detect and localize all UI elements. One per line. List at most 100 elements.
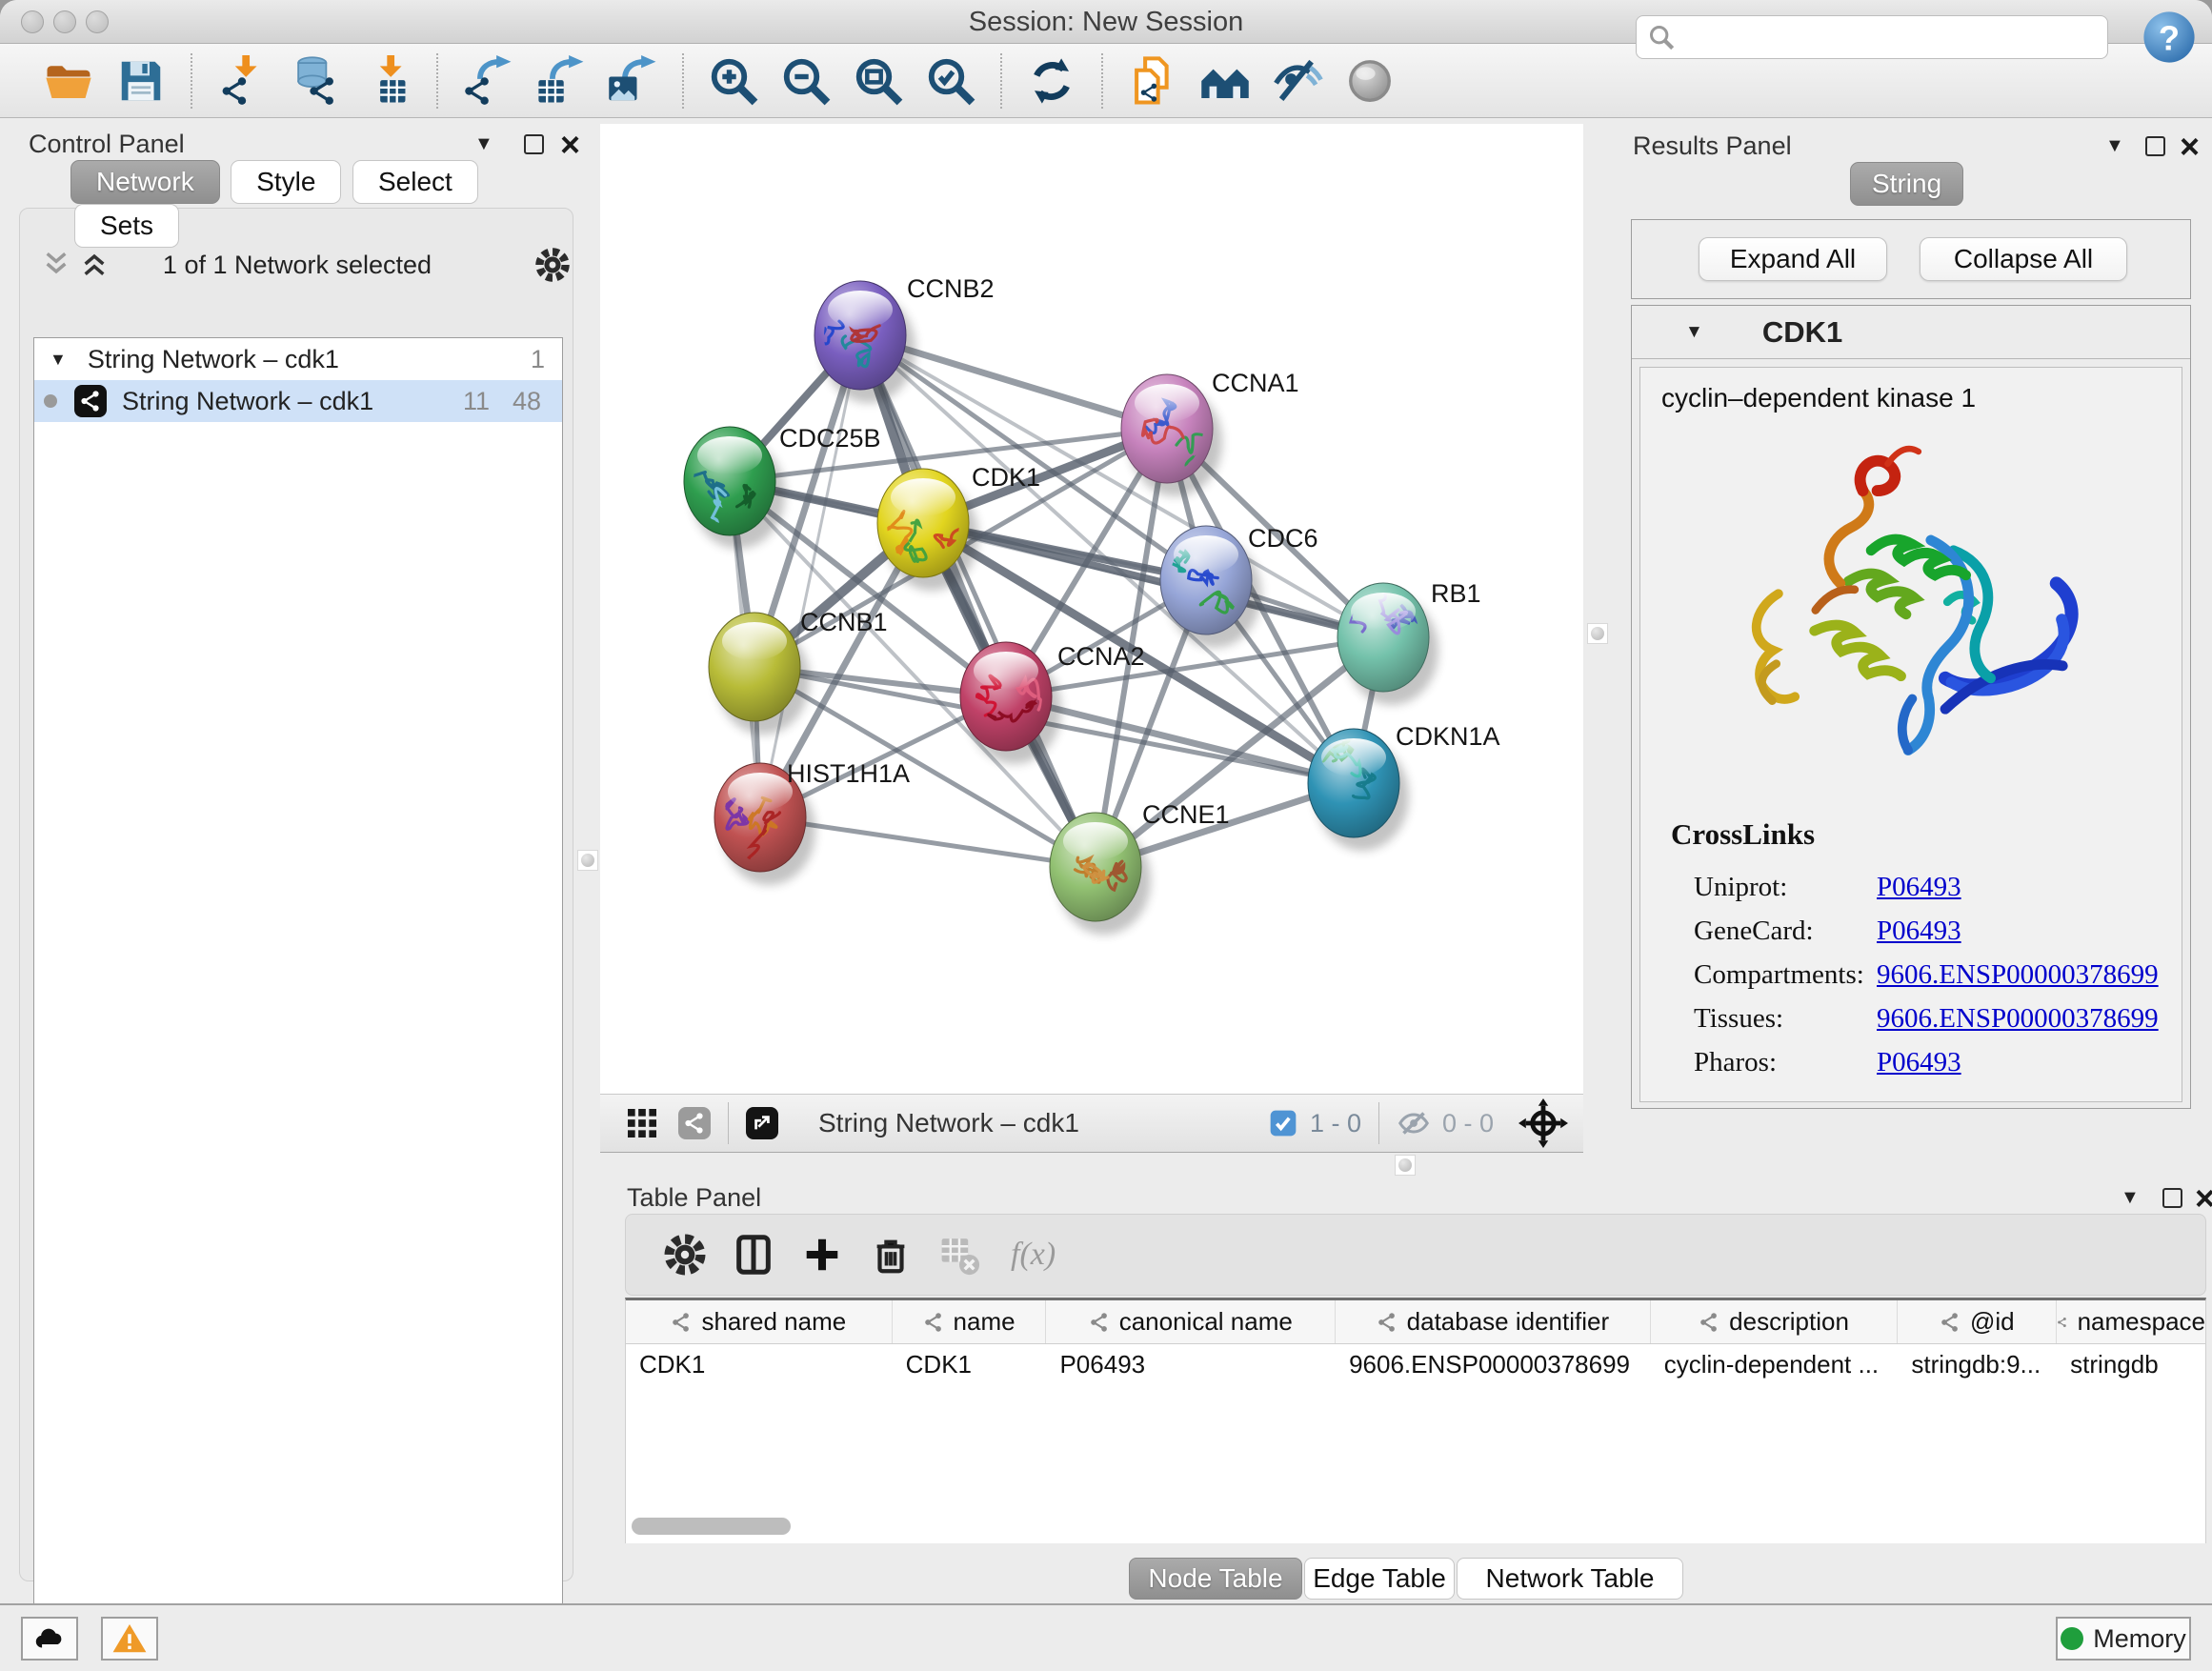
help-icon[interactable]: ? xyxy=(2142,10,2197,65)
results-panel-float-icon[interactable] xyxy=(2145,136,2165,156)
column-type-icon xyxy=(2057,1312,2067,1333)
horizontal-splitter-handle[interactable] xyxy=(1395,1155,1416,1176)
memory-button[interactable]: Memory xyxy=(2056,1617,2191,1661)
network-edge[interactable] xyxy=(760,335,860,817)
level-of-detail-icon[interactable] xyxy=(1344,55,1396,107)
zoom-selected-icon[interactable] xyxy=(925,55,976,107)
crosslink-pharos-link[interactable]: P06493 xyxy=(1877,1047,1961,1077)
network-node-RB1[interactable]: RB1 xyxy=(1334,577,1481,705)
cloud-icon xyxy=(31,1621,68,1657)
string-home-icon[interactable] xyxy=(1199,55,1251,107)
results-panel-close-icon[interactable]: × xyxy=(2180,136,2200,156)
import-network-file-icon[interactable] xyxy=(216,55,268,107)
column-header-namespace[interactable]: namespace xyxy=(2057,1300,2205,1343)
network-options-gear-icon[interactable] xyxy=(534,247,571,283)
network-node-CDKN1A[interactable]: CDKN1A xyxy=(1308,722,1500,851)
right-splitter-handle[interactable] xyxy=(1587,623,1608,644)
crosslink-genecard-link[interactable]: P06493 xyxy=(1877,916,1961,946)
zoom-out-icon[interactable] xyxy=(780,55,832,107)
network-navbar: String Network – cdk1 1 - 0 0 - 0 xyxy=(600,1094,1583,1153)
column-header-description[interactable]: description xyxy=(1651,1300,1899,1343)
selected-checkbox-icon[interactable] xyxy=(1268,1108,1298,1138)
control-panel: Control Panel ▼ × Network Style Select S… xyxy=(10,124,583,1599)
status-bar: Memory xyxy=(0,1603,2212,1671)
table-row[interactable]: CDK1 CDK1 P06493 9606.ENSP00000378699 cy… xyxy=(626,1344,2205,1384)
cell-database-identifier: 9606.ENSP00000378699 xyxy=(1336,1344,1651,1384)
network-node-CCNA1[interactable]: CCNA1 xyxy=(1121,369,1299,496)
table-panel-menu-icon[interactable]: ▼ xyxy=(2121,1187,2140,1209)
import-table-file-icon[interactable] xyxy=(361,55,412,107)
tab-network-table[interactable]: Network Table xyxy=(1457,1558,1683,1600)
crosslinks-title: CrossLinks xyxy=(1671,817,1815,852)
control-panel-close-icon[interactable]: × xyxy=(560,134,580,154)
control-panel-float-icon[interactable] xyxy=(524,134,544,154)
network-node-CDK1[interactable]: CDK1 xyxy=(877,463,1040,591)
cloud-status-button[interactable] xyxy=(21,1617,78,1661)
warning-status-button[interactable] xyxy=(101,1617,158,1661)
column-header-shared-name[interactable]: shared name xyxy=(626,1300,893,1343)
export-image-icon[interactable] xyxy=(607,55,658,107)
create-column-icon[interactable] xyxy=(800,1233,844,1277)
network-node-HIST1H1A[interactable]: HIST1H1A xyxy=(714,759,910,885)
tab-network[interactable]: Network xyxy=(70,160,220,204)
zoom-fit-icon[interactable] xyxy=(853,55,904,107)
delete-column-icon[interactable] xyxy=(869,1233,913,1277)
tab-sets[interactable]: Sets xyxy=(74,204,179,248)
left-splitter-handle[interactable] xyxy=(577,850,598,871)
hide-labels-icon[interactable] xyxy=(1272,55,1323,107)
warning-icon xyxy=(111,1621,148,1657)
tree-expander-icon[interactable]: ▼ xyxy=(50,350,67,370)
column-header-database-identifier[interactable]: database identifier xyxy=(1336,1300,1651,1343)
grid-view-icon[interactable] xyxy=(623,1104,661,1142)
results-panel-menu-icon[interactable]: ▼ xyxy=(2105,135,2124,157)
crosslink-compartments-link[interactable]: 9606.ENSP00000378699 xyxy=(1877,959,2159,990)
column-header-id[interactable]: @id xyxy=(1898,1300,2057,1343)
hidden-counts: 0 - 0 xyxy=(1442,1109,1494,1138)
detach-view-icon[interactable] xyxy=(746,1107,778,1139)
show-columns-icon[interactable] xyxy=(732,1233,775,1277)
network-label: String Network – cdk1 xyxy=(122,387,373,416)
hidden-eye-icon[interactable] xyxy=(1397,1106,1431,1140)
network-view-title: String Network – cdk1 xyxy=(818,1108,1079,1138)
open-session-share-icon[interactable] xyxy=(1127,55,1178,107)
tab-edge-table[interactable]: Edge Table xyxy=(1304,1558,1455,1600)
crosslink-label: Pharos: xyxy=(1694,1040,1877,1084)
zoom-in-icon[interactable] xyxy=(708,55,759,107)
toolbar-separator xyxy=(1101,53,1103,109)
table-horizontal-scrollbar[interactable] xyxy=(632,1518,791,1535)
expand-all-button[interactable]: Expand All xyxy=(1699,237,1887,281)
tab-string[interactable]: String xyxy=(1850,162,1963,206)
network-node-CCNE1[interactable]: CCNE1 xyxy=(1050,800,1230,935)
collapse-all-button[interactable]: Collapse All xyxy=(1920,237,2127,281)
search-icon xyxy=(1648,24,1675,50)
tab-style[interactable]: Style xyxy=(231,160,341,204)
save-session-icon[interactable] xyxy=(115,55,167,107)
crosslink-uniprot-link[interactable]: P06493 xyxy=(1877,872,1961,902)
export-table-icon[interactable] xyxy=(534,55,586,107)
table-panel-close-icon[interactable]: × xyxy=(2195,1188,2212,1208)
toolbar-separator xyxy=(191,53,192,109)
search-input[interactable] xyxy=(1675,23,2075,52)
tab-select[interactable]: Select xyxy=(352,160,478,204)
birdseye-crosshair-icon[interactable] xyxy=(1518,1098,1568,1148)
export-network-icon[interactable] xyxy=(462,55,513,107)
table-settings-gear-icon[interactable] xyxy=(663,1233,707,1277)
control-panel-menu-icon[interactable]: ▼ xyxy=(474,133,493,155)
navbar-separator xyxy=(728,1102,729,1144)
crosslink-tissues-link[interactable]: 9606.ENSP00000378699 xyxy=(1877,1003,2159,1034)
tab-node-table[interactable]: Node Table xyxy=(1129,1558,1302,1600)
network-row[interactable]: String Network – cdk1 11 48 xyxy=(34,380,562,422)
network-collection-row[interactable]: ▼ String Network – cdk1 1 xyxy=(34,338,562,380)
table-panel-float-icon[interactable] xyxy=(2162,1188,2182,1208)
column-header-canonical-name[interactable]: canonical name xyxy=(1046,1300,1336,1343)
refresh-icon[interactable] xyxy=(1026,55,1077,107)
string-view-icon[interactable] xyxy=(678,1107,711,1139)
cell-name: CDK1 xyxy=(893,1344,1047,1384)
network-canvas[interactable]: CCNB2CCNA1CDC25BCDK1CDC6RB1CCNB1CCNA2CDK… xyxy=(600,124,1583,1094)
search-box[interactable] xyxy=(1636,15,2108,59)
cell-description: cyclin-dependent ... xyxy=(1651,1344,1899,1384)
import-network-database-icon[interactable] xyxy=(289,55,340,107)
open-session-icon[interactable] xyxy=(43,55,94,107)
section-expander-icon[interactable]: ▼ xyxy=(1685,322,1703,343)
column-header-name[interactable]: name xyxy=(893,1300,1047,1343)
